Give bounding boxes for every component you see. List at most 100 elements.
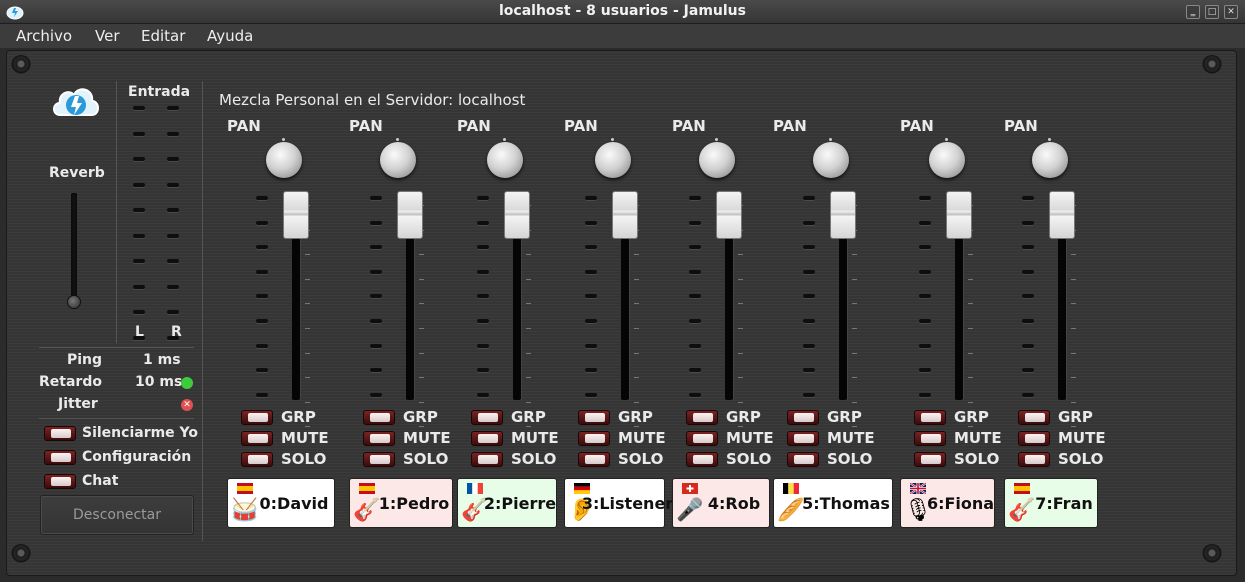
mute-toggle[interactable]: [914, 431, 946, 446]
level-led: [477, 294, 489, 299]
grp-label: GRP: [511, 408, 546, 426]
fader-tick: [852, 328, 857, 329]
volume-fader-track[interactable]: [513, 236, 521, 400]
volume-fader-track[interactable]: [621, 236, 629, 400]
level-led: [585, 269, 597, 274]
volume-fader-track[interactable]: [406, 236, 414, 400]
solo-toggle[interactable]: [241, 452, 273, 467]
menu-archivo[interactable]: Archivo: [16, 27, 72, 45]
channel-name-box[interactable]: 🥁 0:David: [227, 478, 335, 528]
volume-fader-handle[interactable]: [504, 191, 530, 239]
close-button[interactable]: ✕: [1224, 5, 1238, 19]
meter-led-right: [167, 106, 179, 110]
channel-name-box[interactable]: 🎸 2:Pierre: [457, 478, 557, 528]
solo-label: SOLO: [1058, 450, 1104, 468]
level-led: [689, 269, 701, 274]
minimize-button[interactable]: ‗: [1186, 5, 1200, 19]
meter-left-label: L: [135, 324, 144, 340]
grp-toggle[interactable]: [1018, 410, 1050, 425]
menu-ver[interactable]: Ver: [95, 27, 120, 45]
jamulus-logo-icon: [53, 88, 99, 116]
volume-fader-track[interactable]: [955, 236, 963, 400]
grp-toggle[interactable]: [241, 410, 273, 425]
menu-ayuda[interactable]: Ayuda: [207, 27, 253, 45]
reverb-slider-track[interactable]: [71, 193, 77, 303]
maximize-button[interactable]: □: [1205, 5, 1219, 19]
fader-tick: [738, 328, 743, 329]
meter-led-right: [167, 208, 179, 212]
level-led: [919, 319, 931, 323]
pan-knob[interactable]: [929, 138, 965, 178]
mute-label: MUTE: [403, 429, 451, 447]
channel-name-box[interactable]: 🎸 7:Fran: [1004, 478, 1098, 528]
mute-myself-checkbox[interactable]: [44, 426, 76, 441]
fader-tick: [968, 303, 973, 305]
volume-fader-handle[interactable]: [1049, 191, 1075, 239]
mute-toggle[interactable]: [471, 431, 503, 446]
pan-knob[interactable]: [266, 138, 302, 178]
mute-toggle[interactable]: [363, 431, 395, 446]
solo-toggle[interactable]: [914, 452, 946, 467]
mute-toggle[interactable]: [578, 431, 610, 446]
volume-fader-track[interactable]: [292, 236, 300, 400]
level-led: [689, 245, 701, 250]
volume-fader-handle[interactable]: [283, 191, 309, 239]
mute-toggle[interactable]: [241, 431, 273, 446]
divider: [202, 81, 203, 541]
grp-toggle[interactable]: [914, 410, 946, 425]
chat-checkbox[interactable]: [44, 474, 76, 489]
grp-label: GRP: [618, 408, 653, 426]
chat-label[interactable]: Chat: [82, 473, 118, 489]
mute-myself-label[interactable]: Silenciarme Yo: [82, 425, 198, 441]
level-led: [370, 392, 382, 397]
reverb-label: Reverb: [49, 165, 105, 181]
volume-fader-handle[interactable]: [830, 191, 856, 239]
level-led: [585, 319, 597, 323]
level-led: [689, 196, 701, 200]
channel-name-box[interactable]: 🎸 1:Pedro: [349, 478, 453, 528]
volume-fader-track[interactable]: [725, 236, 733, 400]
channel-name-box[interactable]: 🎤 4:Rob: [672, 478, 770, 528]
solo-toggle[interactable]: [363, 452, 395, 467]
pan-knob[interactable]: [380, 138, 416, 178]
pan-knob[interactable]: [595, 138, 631, 178]
solo-toggle[interactable]: [1018, 452, 1050, 467]
grp-toggle[interactable]: [787, 410, 819, 425]
jitter-error-icon: ✕: [181, 399, 193, 411]
menu-editar[interactable]: Editar: [141, 27, 185, 45]
grp-toggle[interactable]: [686, 410, 718, 425]
volume-fader-track[interactable]: [1058, 236, 1066, 400]
volume-fader-handle[interactable]: [397, 191, 423, 239]
disconnect-button[interactable]: Desconectar: [40, 495, 194, 535]
solo-toggle[interactable]: [787, 452, 819, 467]
channel-name-box[interactable]: 👂 3:Listener: [564, 478, 673, 528]
volume-fader-handle[interactable]: [716, 191, 742, 239]
volume-fader-handle[interactable]: [612, 191, 638, 239]
settings-checkbox[interactable]: [44, 450, 76, 465]
grp-toggle[interactable]: [363, 410, 395, 425]
mute-toggle[interactable]: [686, 431, 718, 446]
solo-toggle[interactable]: [686, 452, 718, 467]
volume-fader-handle[interactable]: [946, 191, 972, 239]
channel-name-box[interactable]: 🎙 6:Fiona: [900, 478, 995, 528]
fader-tick: [526, 278, 531, 280]
solo-toggle[interactable]: [471, 452, 503, 467]
volume-fader-track[interactable]: [839, 236, 847, 400]
mute-toggle[interactable]: [787, 431, 819, 446]
level-led: [689, 319, 701, 323]
solo-toggle[interactable]: [578, 452, 610, 467]
mute-toggle[interactable]: [1018, 431, 1050, 446]
reverb-slider-handle[interactable]: [67, 295, 81, 309]
pan-knob[interactable]: [699, 138, 735, 178]
settings-label[interactable]: Configuración: [82, 449, 191, 465]
channel-name-box[interactable]: 🥖 5:Thomas: [773, 478, 893, 528]
grp-toggle[interactable]: [578, 410, 610, 425]
pan-knob[interactable]: [813, 138, 849, 178]
divider: [39, 418, 194, 419]
level-led: [256, 245, 268, 250]
grp-toggle[interactable]: [471, 410, 503, 425]
level-led: [585, 196, 597, 200]
level-led: [370, 269, 382, 274]
pan-knob[interactable]: [1032, 138, 1068, 178]
pan-knob[interactable]: [487, 138, 523, 178]
